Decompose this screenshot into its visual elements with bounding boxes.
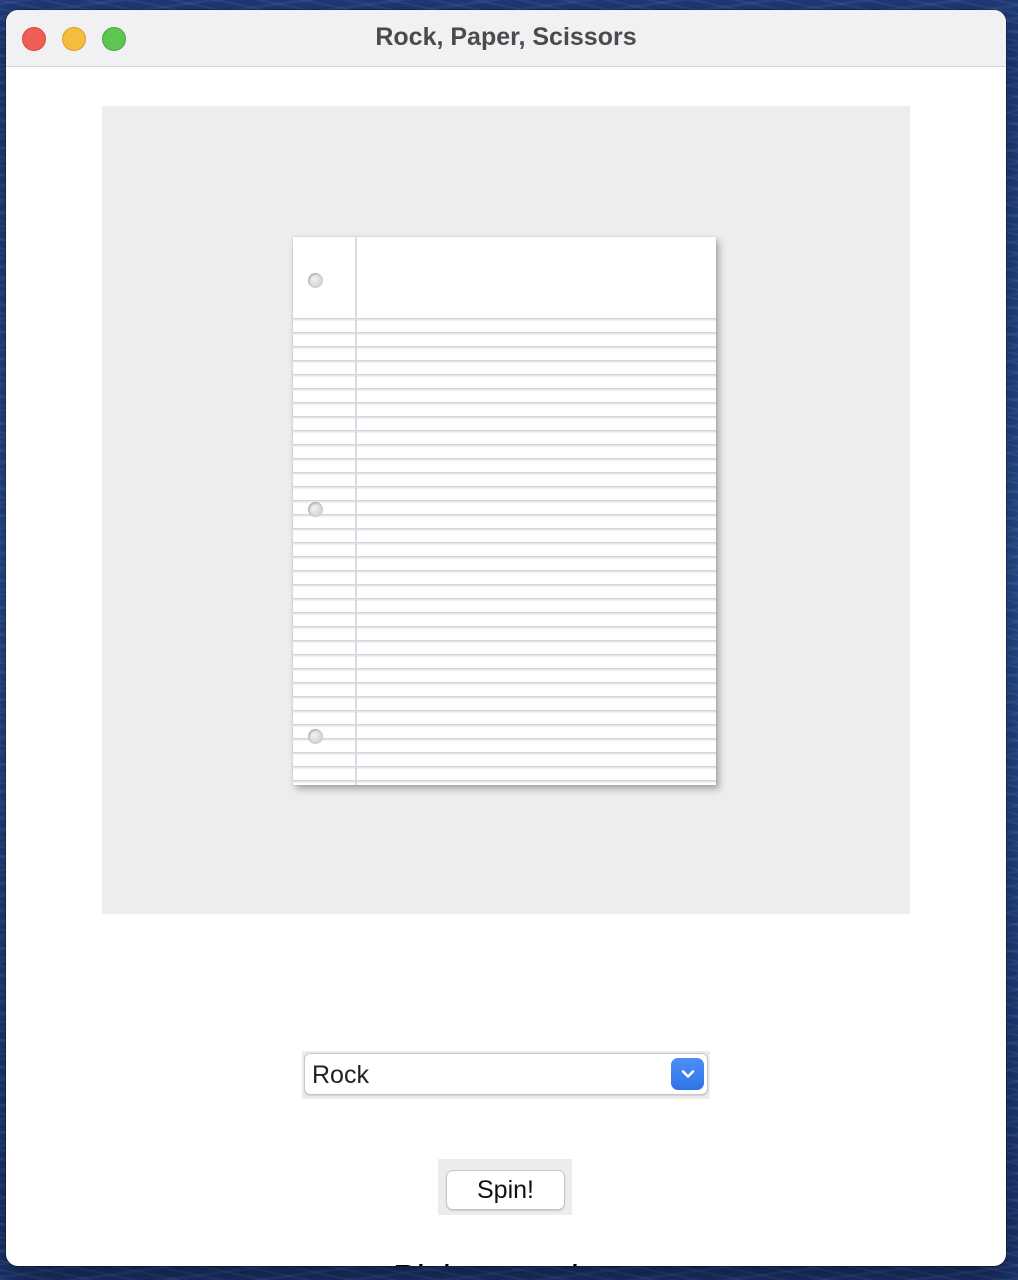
app-window: Rock, Paper, Scissors Rock Spin! — [6, 10, 1006, 1266]
spin-button-container: Spin! — [438, 1159, 572, 1215]
window-title: Rock, Paper, Scissors — [375, 23, 637, 51]
paper-hole — [308, 273, 323, 288]
paper-hole — [308, 502, 323, 517]
choice-select[interactable]: Rock — [304, 1053, 708, 1095]
spin-button[interactable]: Spin! — [446, 1170, 565, 1210]
status-label: Pick an option — [6, 1257, 1006, 1266]
paper-icon — [293, 237, 716, 785]
paper-margin-line — [355, 237, 357, 785]
chevron-down-icon[interactable] — [671, 1058, 704, 1090]
result-image-panel — [102, 106, 910, 914]
main-content: Rock Spin! Pick an option — [6, 67, 1006, 1266]
paper-hole — [308, 729, 323, 744]
choice-select-value: Rock — [312, 1061, 369, 1089]
title-bar[interactable]: Rock, Paper, Scissors — [6, 10, 1006, 67]
choice-select-container: Rock — [302, 1051, 710, 1099]
